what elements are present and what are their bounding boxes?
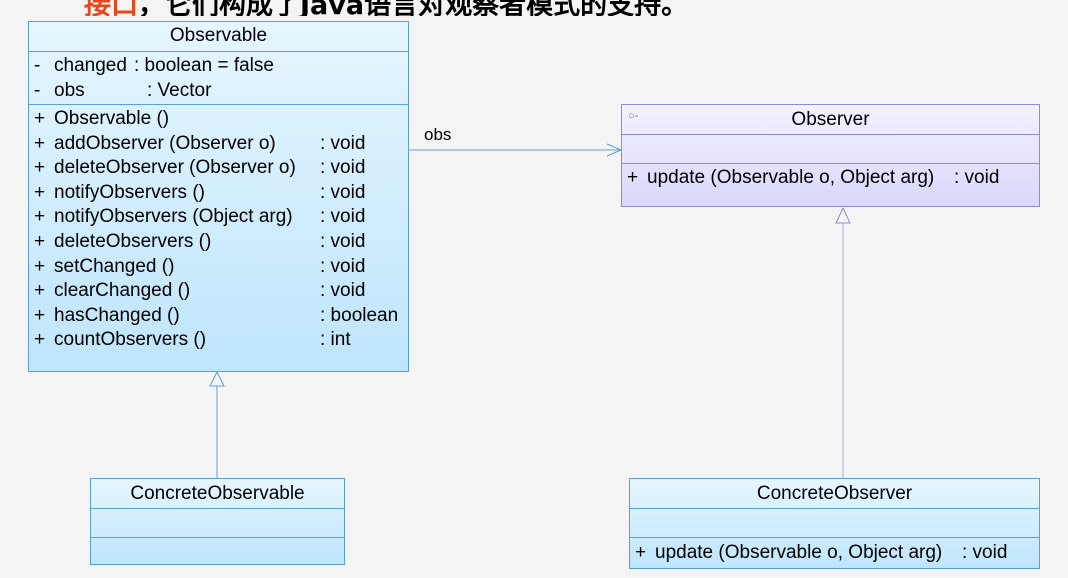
attribute-name: changed <box>54 55 127 76</box>
operation-row: + hasChanged () : boolean <box>29 304 408 329</box>
operation-name: Observable () <box>54 108 170 129</box>
concrete-observer-attributes <box>630 508 1039 537</box>
concrete-observer-operations: + update (Observable o, Object arg) : void <box>630 537 1039 566</box>
operation-name: hasChanged () <box>54 304 180 326</box>
operation-type: : void <box>962 542 1008 563</box>
operation-row: + clearChanged () : void <box>29 279 408 304</box>
operation-name: update (Observable o, Object arg) <box>647 167 935 188</box>
operation-visibility: + <box>34 108 46 129</box>
attribute-type: : boolean = false <box>134 55 274 76</box>
attribute-visibility: - <box>34 79 41 101</box>
observer-operations: + update (Observable o, Object arg) : void <box>622 163 1039 191</box>
operation-row: + Observable () <box>29 107 408 132</box>
operation-visibility: + <box>627 167 639 188</box>
operation-visibility: + <box>34 157 46 179</box>
operation-type: : void <box>320 230 366 252</box>
operation-visibility: + <box>34 206 46 228</box>
observer-interface-name: Observer <box>791 109 870 130</box>
operation-name: addObserver (Observer o) <box>54 132 276 154</box>
operation-row: + countObservers () : int <box>29 328 408 353</box>
operation-visibility: + <box>34 280 46 302</box>
operation-visibility: + <box>34 181 46 203</box>
attribute-type: : Vector <box>147 79 212 101</box>
operation-row: + deleteObserver (Observer o) : void <box>29 156 408 181</box>
operation-type: : void <box>320 206 366 228</box>
operation-name: setChanged () <box>54 255 175 277</box>
operation-visibility: + <box>34 230 46 252</box>
concrete-observer-class[interactable]: ConcreteObserver + update (Observable o, … <box>629 478 1040 569</box>
operation-visibility: + <box>34 304 46 326</box>
operation-type: : int <box>320 329 351 351</box>
operation-name: clearChanged () <box>54 280 191 302</box>
operation-visibility: + <box>34 329 46 351</box>
association-label: obs <box>424 125 452 144</box>
operation-row: + update (Observable o, Object arg) : void <box>630 541 1039 566</box>
interface-lollipop-icon: ○- <box>628 110 639 122</box>
concrete-observable-operations <box>91 537 344 564</box>
operation-name: deleteObservers () <box>54 230 212 252</box>
operation-type: : void <box>320 181 366 203</box>
operation-name: countObservers () <box>54 329 207 351</box>
concrete-observable-attributes <box>91 508 344 537</box>
operation-type: : void <box>320 280 366 302</box>
operation-name: notifyObservers () <box>54 181 205 203</box>
operation-visibility: + <box>635 542 647 563</box>
observable-attributes: - changed : boolean = false - obs : Vect… <box>29 51 408 104</box>
observable-class[interactable]: Observable - changed : boolean = false -… <box>28 21 409 372</box>
operation-row: + setChanged () : void <box>29 255 408 280</box>
observer-attributes <box>622 134 1039 163</box>
operation-row: + notifyObservers () : void <box>29 181 408 206</box>
observable-operations: + Observable () + addObserver (Observer o)… <box>29 104 408 353</box>
operation-row: + deleteObservers () : void <box>29 230 408 255</box>
operation-name: update (Observable o, Object arg) <box>655 542 943 563</box>
operation-type: : boolean <box>320 304 399 326</box>
attribute-name: obs <box>54 79 85 101</box>
operation-row: + notifyObservers (Object arg) : void <box>29 205 408 230</box>
operation-type: : void <box>320 255 366 277</box>
realization-triangle-observer <box>835 206 851 224</box>
operation-row: + addObserver (Observer o) : void <box>29 132 408 157</box>
operation-type: : void <box>320 132 366 154</box>
concrete-observer-class-name: ConcreteObserver <box>756 483 913 504</box>
generalization-triangle-observable <box>209 370 225 387</box>
concrete-observable-class[interactable]: ConcreteObservable <box>90 478 345 565</box>
observer-interface[interactable]: ○- Observer + update (Observable o, Objec… <box>621 104 1040 207</box>
operation-name: deleteObserver (Observer o) <box>54 157 296 179</box>
concrete-observable-class-name: ConcreteObservable <box>130 483 305 504</box>
operation-type: : void <box>320 157 366 179</box>
operation-type: : void <box>954 167 1000 188</box>
operation-row: + update (Observable o, Object arg) : void <box>622 166 1039 191</box>
attribute-visibility: - <box>34 55 41 76</box>
operation-name: notifyObservers (Object arg) <box>54 206 293 228</box>
operation-visibility: + <box>34 132 46 154</box>
operation-visibility: + <box>34 255 46 277</box>
attribute-row: - obs : Vector <box>29 79 408 104</box>
observable-class-name: Observable <box>169 25 268 46</box>
attribute-row: - changed : boolean = false <box>29 54 408 79</box>
